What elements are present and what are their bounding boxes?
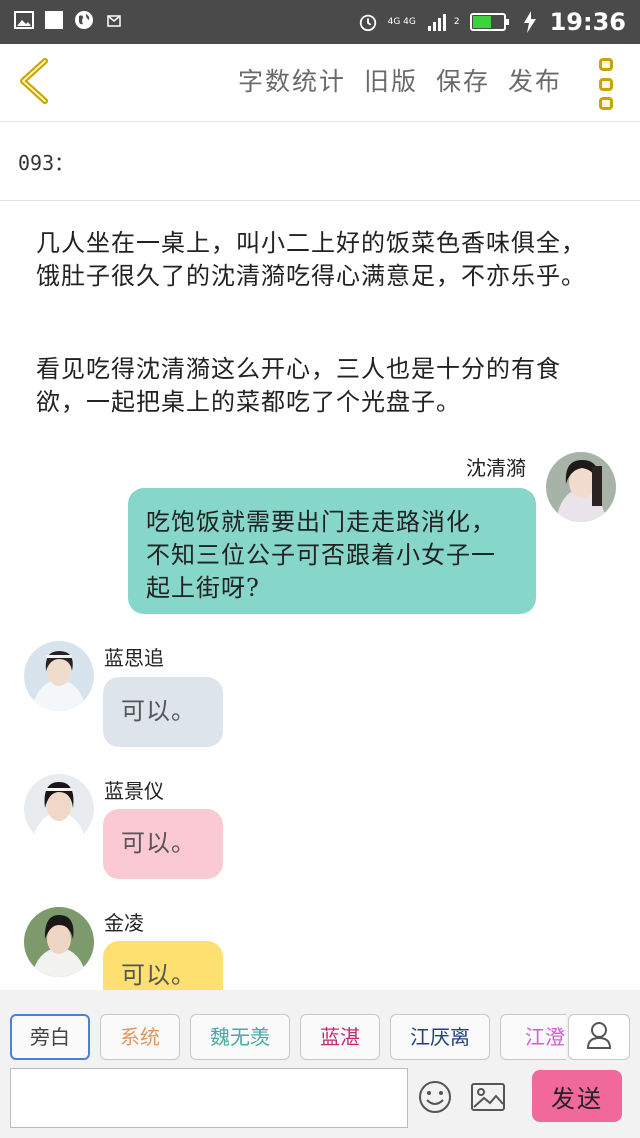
user-icon xyxy=(586,1021,612,1053)
role-lanzhan-button[interactable]: 蓝湛 xyxy=(300,1014,380,1060)
more-vertical-icon[interactable] xyxy=(596,58,616,110)
message-input[interactable] xyxy=(10,1068,408,1128)
chapter-number: 093： xyxy=(18,151,75,175)
old-version-button[interactable]: 旧版 xyxy=(364,62,418,98)
message-bubble[interactable]: 吃饱饭就需要出门走走路消化，不知三位公子可否跟着小女子一起上街呀? xyxy=(128,488,536,614)
status-bar: 4G 4G 2 19:36 xyxy=(0,0,640,44)
square-icon xyxy=(44,10,64,30)
status-left-icons xyxy=(14,10,124,30)
alarm-icon xyxy=(358,12,378,32)
role-manage-button[interactable] xyxy=(568,1014,630,1060)
role-jiangcheng-button[interactable]: 江澄 xyxy=(500,1014,566,1060)
sender-name: 蓝思追 xyxy=(104,646,164,670)
battery-icon xyxy=(469,12,510,32)
network-label: 4G 4G xyxy=(387,17,416,27)
avatar[interactable] xyxy=(546,452,616,522)
message-bubble[interactable]: 可以。 xyxy=(103,677,223,747)
role-jiangyanli-button[interactable]: 江厌离 xyxy=(390,1014,490,1060)
send-button[interactable]: 发送 xyxy=(532,1070,622,1122)
avatar[interactable] xyxy=(24,641,94,711)
image-icon xyxy=(14,10,34,30)
avatar[interactable] xyxy=(24,774,94,844)
smiley-icon[interactable] xyxy=(418,1080,452,1114)
sender-name: 金凌 xyxy=(104,911,144,935)
signal-icon xyxy=(426,12,454,32)
mail-icon xyxy=(104,10,124,30)
avatar[interactable] xyxy=(24,907,94,977)
sender-name: 沈清漪 xyxy=(466,456,526,480)
narration-paragraph[interactable]: 看见吃得沈清漪这么开心，三人也是十分的有食欲，一起把桌上的菜都吃了个光盘子。 xyxy=(36,353,608,419)
role-narrator-button[interactable]: 旁白 xyxy=(10,1014,90,1060)
role-weiwuxian-button[interactable]: 魏无羡 xyxy=(190,1014,290,1060)
role-system-button[interactable]: 系统 xyxy=(100,1014,180,1060)
chapter-title-field[interactable]: 093： xyxy=(0,123,640,201)
publish-button[interactable]: 发布 xyxy=(508,62,562,98)
sim-slot-label: 2 xyxy=(453,17,460,27)
composer-panel: 旁白 系统 魏无羡 蓝湛 江厌离 江澄 发送 xyxy=(0,990,640,1138)
charging-icon xyxy=(520,11,540,33)
toolbar-actions: 字数统计 旧版 保存 发布 xyxy=(238,60,562,100)
image-icon[interactable] xyxy=(470,1082,506,1112)
narration-paragraph[interactable]: 几人坐在一桌上，叫小二上好的饭菜色香味俱全，饿肚子很久了的沈清漪吃得心满意足，不… xyxy=(36,227,608,293)
message-bubble[interactable]: 可以。 xyxy=(103,809,223,879)
word-count-button[interactable]: 字数统计 xyxy=(238,62,346,98)
status-right-icons: 4G 4G 2 19:36 xyxy=(358,6,626,38)
globe-icon xyxy=(74,10,94,30)
role-selector[interactable]: 旁白 系统 魏无羡 蓝湛 江厌离 江澄 xyxy=(10,1014,566,1060)
save-button[interactable]: 保存 xyxy=(436,62,490,98)
back-button[interactable] xyxy=(14,58,54,108)
status-time: 19:36 xyxy=(549,8,626,36)
editor-toolbar: 字数统计 旧版 保存 发布 xyxy=(0,44,640,122)
chevron-left-icon xyxy=(17,58,51,108)
sender-name: 蓝景仪 xyxy=(104,779,164,803)
